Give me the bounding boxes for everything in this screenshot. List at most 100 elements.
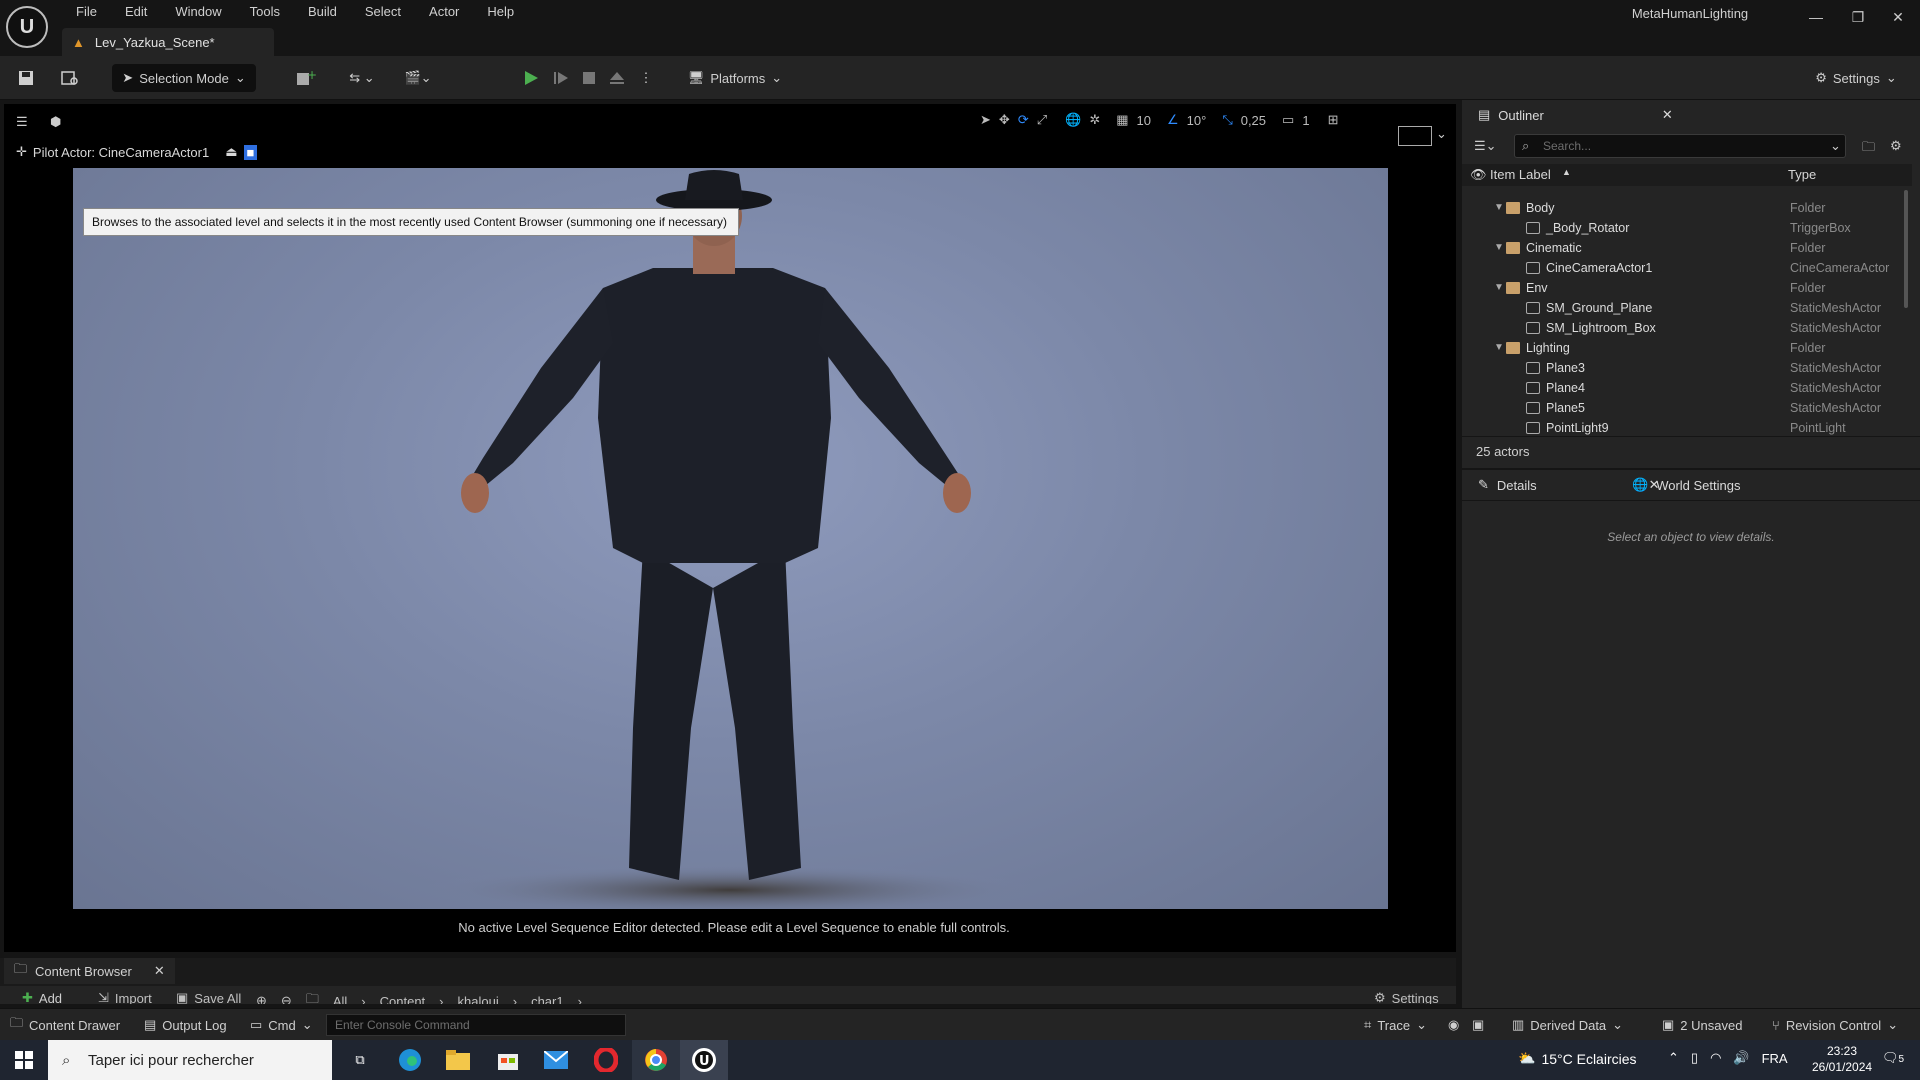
record-icon[interactable]: ◉ [1448, 1015, 1459, 1035]
trace-dropdown[interactable]: ⌗ Trace ⌄ [1364, 1015, 1427, 1035]
camera-speed-icon[interactable]: ▭ [1282, 112, 1294, 128]
filter-icon[interactable]: ☰⌄ [1474, 138, 1497, 154]
menu-edit[interactable]: Edit [111, 2, 161, 22]
scale-snap-icon[interactable]: ⤡ [1222, 112, 1232, 128]
expand-arrow-icon[interactable]: ▼ [1494, 338, 1504, 358]
blueprint-icon[interactable]: ⇆ ⌄ [342, 64, 382, 92]
screenshot-icon[interactable]: ▣ [1472, 1015, 1484, 1035]
expand-arrow-icon[interactable]: ▼ [1494, 238, 1504, 258]
eject-icon[interactable] [604, 64, 630, 92]
back-icon[interactable]: ⊕ [256, 993, 267, 1004]
world-settings-tab[interactable]: 🌐 World Settings [1622, 470, 1750, 500]
hamburger-icon[interactable]: ☰ [16, 114, 36, 130]
outliner-row[interactable]: CineCameraActor1 CineCameraActor [1462, 258, 1902, 278]
mail-icon[interactable] [532, 1040, 580, 1080]
chrome-icon[interactable] [632, 1040, 680, 1080]
outliner-row[interactable]: PointLight9 PointLight [1462, 418, 1902, 438]
edge-icon[interactable] [386, 1040, 434, 1080]
close-icon[interactable]: ✕ [154, 963, 165, 979]
more-options-icon[interactable]: ⋮ [634, 64, 658, 92]
outliner-row[interactable]: ▼ Env Folder [1462, 278, 1902, 298]
settings-dropdown[interactable]: ⚙ Settings ⌄ [1808, 64, 1904, 92]
language-indicator[interactable]: FRA [1762, 1051, 1788, 1066]
outliner-row[interactable]: Plane3 StaticMeshActor [1462, 358, 1902, 378]
restore-icon[interactable]: ❐ [1838, 6, 1878, 28]
revision-control-dropdown[interactable]: ⑂ Revision Control ⌄ [1772, 1015, 1898, 1035]
close-icon[interactable]: ✕ [1662, 107, 1673, 123]
import-button[interactable]: ⇲ Import [98, 990, 152, 1004]
output-log-button[interactable]: ▤ Output Log [144, 1015, 227, 1035]
cmd-dropdown[interactable]: ▭ Cmd ⌄ [250, 1015, 313, 1035]
notification-icon[interactable]: 🗨5 [1882, 1050, 1904, 1066]
chevron-up-icon[interactable]: ⌃ [1668, 1050, 1679, 1066]
expand-arrow-icon[interactable]: ▼ [1494, 278, 1504, 298]
grid-snap-value[interactable]: 10 [1137, 113, 1151, 128]
outliner-row[interactable]: ▼ Lighting Folder [1462, 338, 1902, 358]
unsaved-button[interactable]: ▣ 2 Unsaved [1662, 1015, 1742, 1035]
outliner-row[interactable]: ▼ Cinematic Folder [1462, 238, 1902, 258]
windows-start-icon[interactable] [0, 1040, 48, 1080]
save-all-button[interactable]: ▣ Save All [176, 990, 241, 1004]
menu-help[interactable]: Help [473, 2, 528, 22]
rotation-snap-value[interactable]: 10° [1187, 113, 1207, 128]
opera-icon[interactable] [582, 1040, 630, 1080]
level-viewport[interactable]: ☰ ⬢ ➤ ✥ ⟳ ⤢ 🌐 ✲ ▦ 10 ∠ 10° ⤡ 0,25 ▭ 1 ⊞ … [4, 104, 1456, 952]
add-button[interactable]: ✚ Add [22, 990, 62, 1004]
outliner-row[interactable]: Plane5 StaticMeshActor [1462, 398, 1902, 418]
content-browser-tab[interactable]: 🗀 Content Browser ✕ [4, 958, 175, 984]
breadcrumb-khaloui[interactable]: khaloui [458, 994, 499, 1005]
rotation-snap-icon[interactable]: ∠ [1167, 112, 1179, 128]
col-type[interactable]: Type [1788, 167, 1816, 182]
play-icon[interactable] [518, 64, 544, 92]
browse-level-icon[interactable] [56, 64, 84, 92]
outliner-row[interactable]: SM_Lightroom_Box StaticMeshActor [1462, 318, 1902, 338]
camera-speed-value[interactable]: 1 [1302, 113, 1309, 128]
expand-arrow-icon[interactable]: ▼ [1494, 198, 1504, 218]
menu-file[interactable]: File [62, 2, 111, 22]
translate-tool-icon[interactable]: ✥ [999, 112, 1010, 128]
add-folder-icon[interactable]: 🗀 [1862, 138, 1875, 160]
menu-build[interactable]: Build [294, 2, 351, 22]
minimize-icon[interactable]: — [1796, 6, 1836, 28]
scrollbar[interactable] [1904, 190, 1908, 308]
rotate-tool-icon[interactable]: ⟳ [1018, 112, 1029, 128]
volume-icon[interactable]: 🔊 [1733, 1050, 1749, 1066]
save-icon[interactable] [12, 64, 40, 92]
col-item-label[interactable]: Item Label [1490, 167, 1551, 182]
scale-tool-icon[interactable]: ⤢ [1037, 112, 1047, 128]
menu-actor[interactable]: Actor [415, 2, 473, 22]
unreal-logo-icon[interactable]: U [6, 6, 48, 48]
camera-view-icon[interactable]: ■ [243, 144, 258, 160]
viewport-layout-icon[interactable] [1398, 126, 1432, 146]
derived-data-dropdown[interactable]: ▥ Derived Data ⌄ [1512, 1015, 1623, 1035]
step-icon[interactable] [548, 64, 574, 92]
content-drawer-button[interactable]: 🗀 Content Drawer [10, 1015, 120, 1035]
close-icon[interactable]: ✕ [1878, 6, 1918, 28]
outliner-row[interactable]: SM_Ground_Plane StaticMeshActor [1462, 298, 1902, 318]
eject-pilot-icon[interactable]: ⏏ [225, 144, 237, 160]
outliner-row[interactable]: ▼ Body Folder [1462, 198, 1902, 218]
breadcrumb-all[interactable]: All [333, 994, 347, 1005]
file-explorer-icon[interactable] [434, 1040, 482, 1080]
gear-icon[interactable]: ⚙ [1890, 138, 1902, 154]
breadcrumb-content[interactable]: Content [380, 994, 426, 1005]
store-icon[interactable] [484, 1040, 532, 1080]
surface-snap-icon[interactable]: ✲ [1089, 112, 1100, 128]
outliner-row[interactable]: _Body_Rotator TriggerBox [1462, 218, 1902, 238]
cb-settings-button[interactable]: ⚙ Settings [1374, 990, 1439, 1004]
clock[interactable]: 23:23 26/01/2024 [1812, 1043, 1872, 1075]
level-tab[interactable]: ▲ Lev_Yazkua_Scene* [62, 28, 274, 56]
breadcrumb-char1[interactable]: char1 [531, 994, 564, 1005]
cinematics-icon[interactable]: 🎬⌄ [398, 64, 438, 92]
layout-icon[interactable]: ⊞ [1328, 112, 1339, 128]
weather-widget[interactable]: ⛅ 15°C Eclaircies [1518, 1050, 1637, 1067]
task-view-icon[interactable]: ⧉ [336, 1040, 384, 1080]
selection-mode-dropdown[interactable]: ➤ Selection Mode ⌄ [112, 64, 256, 92]
outliner-tab[interactable]: ▤ Outliner ✕ [1468, 100, 1683, 130]
eye-icon[interactable]: 👁 [1470, 167, 1487, 183]
platforms-dropdown[interactable]: 🖥 Platforms ⌄ [680, 64, 790, 92]
chevron-down-icon[interactable]: ⌄ [1436, 126, 1447, 142]
chevron-down-icon[interactable]: ⌄ [1830, 138, 1841, 154]
add-actor-icon[interactable]: + [286, 64, 326, 92]
menu-tools[interactable]: Tools [236, 2, 294, 22]
